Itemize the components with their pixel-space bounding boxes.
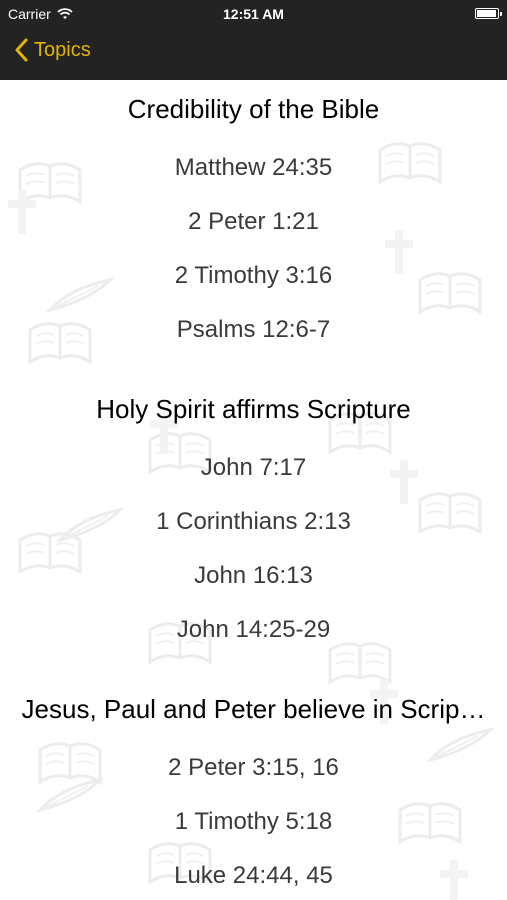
verse-item[interactable]: Luke 24:44, 45 (0, 862, 507, 890)
verse-item[interactable]: 2 Timothy 3:16 (0, 262, 507, 290)
verse-item[interactable]: 2 Peter 3:15, 16 (0, 754, 507, 782)
section-title: Jesus, Paul and Peter believe in Scrip… (21, 694, 486, 724)
verse-item[interactable]: 1 Timothy 5:18 (0, 808, 507, 836)
status-bar: Carrier 12:51 AM (0, 0, 507, 28)
verse-list[interactable]: Credibility of the Bible Matthew 24:35 2 P… (0, 80, 507, 900)
navigation-bar: Topics (0, 28, 507, 80)
section-title: Holy Spirit affirms Scripture (96, 394, 411, 424)
section-header: Holy Spirit affirms Scripture (0, 394, 507, 425)
chevron-left-icon (15, 38, 28, 62)
section-header: Credibility of the Bible (0, 94, 507, 125)
verse-item[interactable]: 1 Corinthians 2:13 (0, 508, 507, 536)
verse-item[interactable]: John 14:25-29 (0, 616, 507, 644)
back-button[interactable]: Topics (14, 38, 91, 62)
section-title: Credibility of the Bible (127, 94, 380, 124)
verse-item[interactable]: Matthew 24:35 (0, 154, 507, 182)
back-button-label: Topics (34, 38, 91, 61)
status-time: 12:51 AM (223, 6, 284, 22)
battery-icon (475, 8, 502, 19)
verse-item[interactable]: Psalms 12:6-7 (0, 316, 507, 344)
verse-item[interactable]: 2 Peter 1:21 (0, 208, 507, 236)
verse-item[interactable]: John 7:17 (0, 454, 507, 482)
section-header: Jesus, Paul and Peter believe in Scrip… (0, 694, 507, 725)
verse-item[interactable]: John 16:13 (0, 562, 507, 590)
